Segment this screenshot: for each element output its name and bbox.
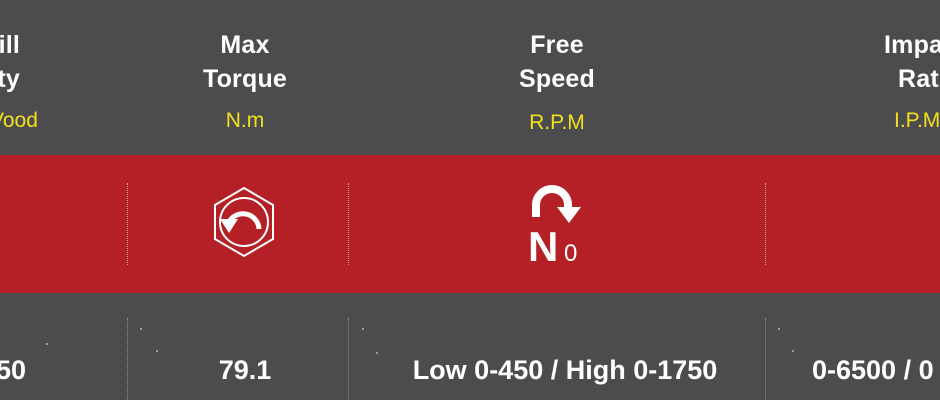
column-unit: I.P.M [894,109,940,132]
column-unit: Vood [0,109,38,132]
column-title: Free Speed [497,28,617,96]
no-load-speed-icon: N 0 [528,185,581,263]
column-divider [348,318,349,400]
column-divider [348,183,349,265]
column-title: ill ty [0,28,20,96]
title-line: ty [0,65,20,93]
column-divider [765,318,766,400]
dot [778,328,780,330]
value-drill-capacity: 50 [0,355,26,385]
icon-band: N 0 [0,155,940,293]
column-title: Impa Rat [884,28,940,96]
column-unit: R.P.M [529,111,585,134]
column-header-drill-capacity: ill ty Vood [0,28,38,133]
column-divider [127,318,128,400]
column-unit: N.m [225,109,265,132]
dot [792,350,794,352]
value-free-speed: Low 0-450 / High 0-1750 [412,355,718,385]
title-line: Impa [884,31,940,59]
column-header-impact-rate: Impa Rat I.P.M [884,28,940,133]
column-header-free-speed: Free Speed R.P.M [497,28,617,135]
title-line: Max [220,31,270,59]
value-max-torque: 79.1 [218,355,272,385]
title-line: Torque [202,65,288,93]
column-header-max-torque: Max Torque N.m [185,28,305,133]
title-line: Free [530,31,584,59]
dot [362,328,364,330]
dot [140,328,142,330]
dot [156,350,158,352]
column-divider [127,183,128,265]
title-line: Rat [898,65,939,93]
speed-icon-letter: N [528,223,558,263]
column-title: Max Torque [185,28,305,96]
column-divider [765,183,766,265]
title-line: ill [0,31,20,59]
value-impact-rate: 0-6500 / 0 [812,355,934,385]
title-line: Speed [518,65,596,93]
torque-icon [214,186,274,258]
dot [376,352,378,354]
speed-icon-subscript: 0 [564,240,577,263]
dot [46,343,48,345]
